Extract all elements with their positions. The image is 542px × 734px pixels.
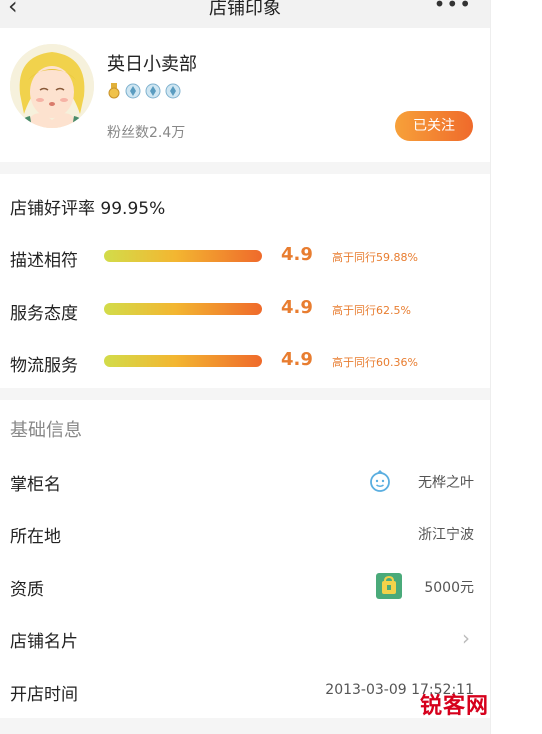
info-row-qualification[interactable]: 资质 5000元: [0, 559, 490, 611]
info-row-location: 所在地 浙江宁波: [0, 506, 490, 558]
rating-label: 服务态度: [10, 304, 78, 324]
location-value: 浙江宁波: [418, 527, 474, 543]
rating-score: 4.9: [281, 349, 313, 370]
watermark-text: 锐客网: [420, 694, 490, 719]
owner-name: 无桦之叶: [418, 475, 474, 491]
rating-bar: [104, 250, 262, 262]
follow-button[interactable]: 已关注: [395, 111, 473, 141]
more-dots-icon[interactable]: •••: [434, 0, 472, 16]
rating-bar: [104, 303, 262, 315]
phone-screen: ‹ 店铺印象 ••• 英日小卖部 粉丝数2.4万 已关注 店铺好评率 99.95…: [0, 0, 490, 734]
shop-level-badges: [107, 81, 181, 101]
fans-count: 粉丝数2.4万: [107, 125, 186, 141]
rating-score: 4.9: [281, 297, 313, 318]
rating-compare: 高于同行59.88%: [332, 251, 418, 264]
rating-row-logistics: 物流服务 4.9 高于同行60.36%: [0, 346, 490, 376]
rating-compare: 高于同行62.5%: [332, 304, 411, 317]
page-title: 店铺印象: [209, 0, 281, 19]
diamond-crown-icon: [165, 83, 181, 99]
info-label: 开店时间: [10, 685, 78, 705]
page-margin: [490, 0, 542, 734]
rating-bar: [104, 355, 262, 367]
shop-name: 英日小卖部: [107, 54, 197, 75]
guarantee-bag-icon: [376, 573, 402, 599]
info-row-shop-card[interactable]: 店铺名片 ›: [0, 611, 490, 663]
info-label: 店铺名片: [10, 632, 78, 652]
watermark: 锐客网: [420, 688, 489, 720]
rating-row-service: 服务态度 4.9 高于同行62.5%: [0, 294, 490, 324]
smiley-chat-icon: [370, 470, 390, 492]
rating-score: 4.9: [281, 244, 313, 265]
info-label: 掌柜名: [10, 475, 61, 495]
rating-label: 描述相符: [10, 251, 78, 271]
chevron-right-icon: ›: [462, 626, 470, 650]
basic-info-card: 基础信息 掌柜名 无桦之叶 所在地 浙江宁波 资质 5000元 店铺名片 › 开…: [0, 400, 490, 718]
diamond-crown-icon: [145, 83, 161, 99]
shop-card: 英日小卖部 粉丝数2.4万 已关注: [0, 28, 490, 162]
medal-icon: [108, 83, 120, 99]
diamond-crown-icon: [125, 83, 141, 99]
nav-bar: ‹ 店铺印象 •••: [0, 0, 490, 28]
deposit-value: 5000元: [424, 580, 474, 596]
rating-label: 物流服务: [10, 356, 78, 376]
rating-compare: 高于同行60.36%: [332, 356, 418, 369]
info-row-open-time: 开店时间 2013-03-09 17:52:11: [0, 664, 490, 716]
avatar[interactable]: [10, 44, 94, 128]
section-title: 基础信息: [10, 420, 82, 441]
info-row-owner[interactable]: 掌柜名 无桦之叶: [0, 454, 490, 506]
overall-rating: 店铺好评率 99.95%: [10, 199, 166, 219]
ratings-card: 店铺好评率 99.95% 描述相符 4.9 高于同行59.88% 服务态度 4.…: [0, 174, 490, 388]
rating-row-description: 描述相符 4.9 高于同行59.88%: [0, 241, 490, 271]
info-label: 所在地: [10, 527, 61, 547]
info-label: 资质: [10, 580, 44, 600]
